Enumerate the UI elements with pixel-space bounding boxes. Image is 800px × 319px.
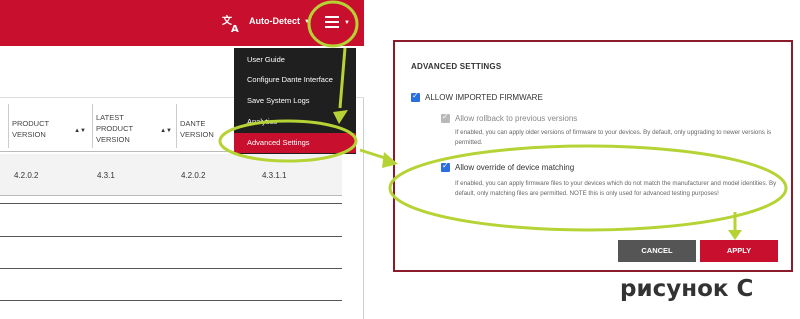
arrow-line bbox=[359, 148, 393, 164]
translate-icon[interactable]: 文 A bbox=[222, 14, 242, 35]
divider bbox=[0, 300, 342, 301]
divider bbox=[0, 203, 342, 204]
allow-imported-firmware-label: ALLOW IMPORTED FIRMWARE bbox=[425, 93, 543, 102]
advanced-settings-dialog: ADVANCED SETTINGS ALLOW IMPORTED FIRMWAR… bbox=[393, 40, 793, 272]
menu-item-advanced-settings[interactable]: Advanced Settings bbox=[234, 133, 356, 153]
allow-override-label: Allow override of device matching bbox=[455, 163, 575, 172]
main-menu-dropdown: User Guide Configure Dante Interface Sav… bbox=[234, 48, 356, 154]
divider bbox=[0, 236, 342, 237]
sort-icon: ▲▼ bbox=[74, 128, 86, 134]
menu-item-configure-dante-interface[interactable]: Configure Dante Interface bbox=[234, 70, 356, 90]
language-selector[interactable]: Auto-Detect ▼ bbox=[249, 16, 310, 26]
table-cell: 4.2.0.2 bbox=[14, 171, 39, 180]
sort-icon: ▲▼ bbox=[160, 128, 172, 134]
language-label: Auto-Detect bbox=[249, 16, 300, 26]
menu-item-analytics[interactable]: Analytics bbox=[234, 112, 356, 132]
svg-text:A: A bbox=[231, 24, 239, 34]
chevron-down-icon: ▼ bbox=[304, 18, 310, 25]
allow-imported-firmware-checkbox[interactable] bbox=[411, 91, 420, 102]
cancel-button[interactable]: CANCEL bbox=[618, 240, 696, 262]
dialog-title: ADVANCED SETTINGS bbox=[411, 62, 502, 71]
allow-override-checkbox[interactable] bbox=[441, 161, 450, 172]
apply-button[interactable]: APPLY bbox=[700, 240, 778, 262]
hamburger-menu-icon[interactable] bbox=[325, 14, 341, 30]
table-cell: 4.3.1.1 bbox=[262, 171, 287, 180]
allow-rollback-checkbox[interactable] bbox=[441, 112, 450, 123]
column-header[interactable]: LATEST PRODUCT VERSION ▲▼ bbox=[92, 104, 176, 148]
table-cell: 4.2.0.2 bbox=[181, 171, 206, 180]
figure-caption: рисунок С bbox=[620, 276, 754, 302]
menu-item-user-guide[interactable]: User Guide bbox=[234, 50, 356, 70]
override-description: If enabled, you can apply firmware files… bbox=[455, 180, 777, 197]
table-cell: 4.3.1 bbox=[97, 171, 115, 180]
divider bbox=[0, 268, 342, 269]
rollback-description: If enabled, you can apply older versions… bbox=[455, 129, 772, 146]
column-header[interactable]: PRODUCT VERSION ▲▼ bbox=[8, 104, 90, 148]
menu-item-save-system-logs[interactable]: Save System Logs bbox=[234, 91, 356, 111]
chevron-down-icon: ▼ bbox=[344, 20, 350, 26]
table-row[interactable]: 4.2.0.2 4.3.1 4.2.0.2 4.3.1.1 bbox=[0, 154, 342, 196]
allow-rollback-label: Allow rollback to previous versions bbox=[455, 114, 578, 123]
top-bar: 文 A Auto-Detect ▼ ▼ bbox=[0, 0, 364, 46]
